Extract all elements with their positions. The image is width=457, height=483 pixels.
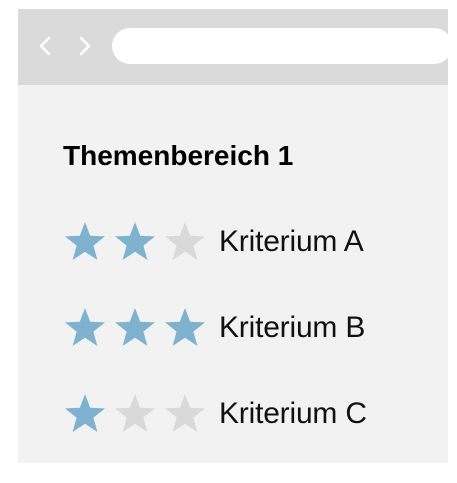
chevron-left-icon <box>39 36 51 56</box>
criterion-row: Kriterium B <box>63 306 365 350</box>
chevron-right-icon <box>79 36 91 56</box>
star-filled-icon <box>65 394 105 432</box>
star-rating <box>63 392 219 436</box>
criterion-row: Kriterium A <box>63 220 364 264</box>
star-filled-icon <box>115 308 155 346</box>
star-filled-icon <box>165 308 205 346</box>
criterion-row: Kriterium C <box>63 392 367 436</box>
browser-toolbar <box>18 9 452 85</box>
forward-button[interactable] <box>74 33 96 59</box>
criterion-label: Kriterium A <box>219 225 364 258</box>
address-bar[interactable] <box>112 28 452 64</box>
back-button[interactable] <box>34 33 56 59</box>
criterion-label: Kriterium B <box>219 311 366 344</box>
star-rating <box>63 306 219 350</box>
star-empty-icon <box>115 394 155 432</box>
criterion-label: Kriterium C <box>219 397 367 430</box>
section-title: Themenbereich 1 <box>63 140 294 171</box>
star-filled-icon <box>65 308 105 346</box>
star-empty-icon <box>165 394 205 432</box>
star-rating <box>63 220 219 264</box>
star-filled-icon <box>115 222 155 260</box>
star-empty-icon <box>165 222 205 260</box>
browser-window: Themenbereich 1 Kriterium A Kriterium B … <box>18 9 452 463</box>
star-filled-icon <box>65 222 105 260</box>
